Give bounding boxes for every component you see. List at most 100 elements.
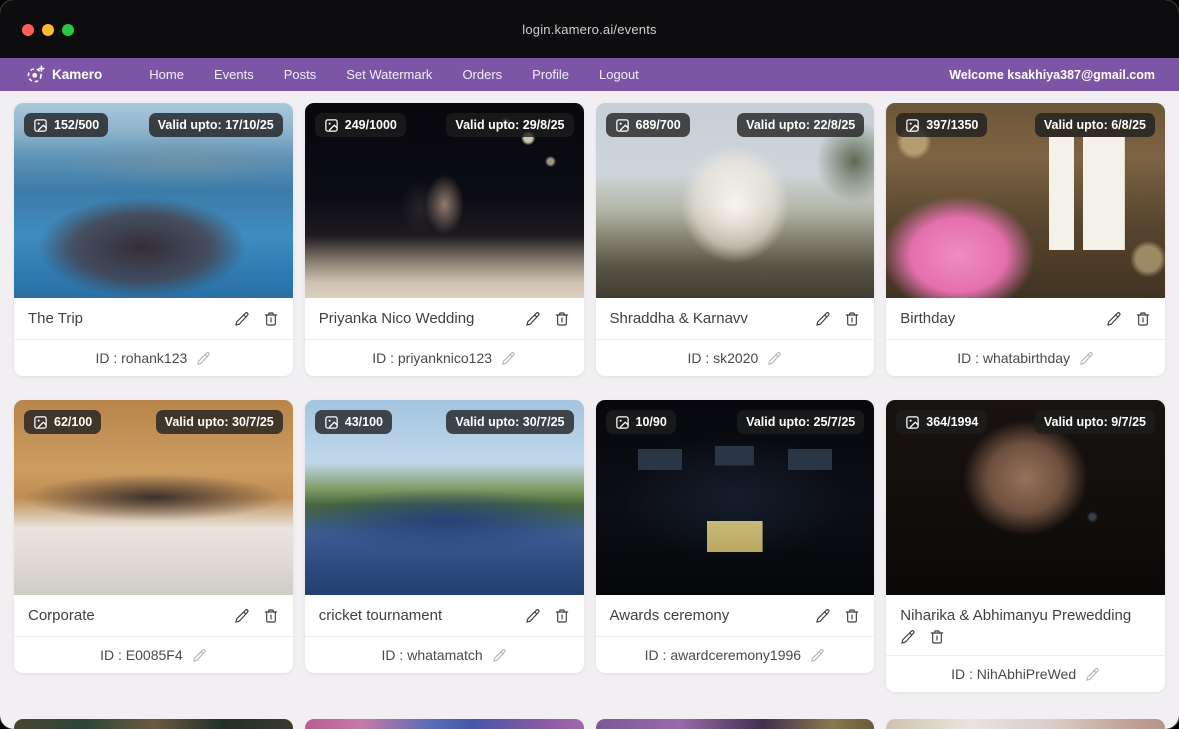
event-id-row: ID : sk2020 bbox=[596, 339, 875, 376]
trash-icon bbox=[554, 608, 570, 624]
pencil-icon bbox=[1079, 351, 1094, 366]
validity-badge: Valid upto: 30/7/25 bbox=[156, 410, 283, 434]
events-grid: 152/500 Valid upto: 17/10/25 The Trip ID… bbox=[14, 103, 1165, 692]
event-cover-photo[interactable]: 62/100 Valid upto: 30/7/25 bbox=[14, 400, 293, 595]
app-navbar: Kamero Home Events Posts Set Watermark O… bbox=[0, 58, 1179, 91]
photos-icon bbox=[324, 415, 339, 430]
delete-event-button[interactable] bbox=[554, 608, 570, 624]
edit-id-button[interactable] bbox=[192, 648, 207, 663]
brand-logo[interactable]: Kamero bbox=[26, 65, 102, 84]
edit-event-button[interactable] bbox=[815, 311, 831, 327]
pencil-icon bbox=[196, 351, 211, 366]
traffic-lights bbox=[22, 24, 74, 36]
event-id: ID : whatabirthday bbox=[957, 350, 1070, 366]
photo-count-badge: 364/1994 bbox=[896, 410, 987, 434]
event-card[interactable]: 152/500 Valid upto: 17/10/25 The Trip ID… bbox=[14, 103, 293, 376]
nav-item-orders[interactable]: Orders bbox=[447, 58, 517, 91]
maximize-window-button[interactable] bbox=[62, 24, 74, 36]
event-title: The Trip bbox=[28, 308, 234, 329]
event-card[interactable]: 249/1000 Valid upto: 29/8/25 Priyanka Ni… bbox=[305, 103, 584, 376]
event-title: Priyanka Nico Wedding bbox=[319, 308, 525, 329]
photo-count-badge: 152/500 bbox=[24, 113, 108, 137]
trash-icon bbox=[263, 311, 279, 327]
event-title: cricket tournament bbox=[319, 605, 525, 626]
validity-badge: Valid upto: 22/8/25 bbox=[737, 113, 864, 137]
event-card[interactable] bbox=[596, 719, 875, 729]
nav-menu: Home Events Posts Set Watermark Orders P… bbox=[134, 58, 654, 91]
browser-window: login.kamero.ai/events Kamero Home Event… bbox=[0, 0, 1179, 729]
photo-count-badge: 249/1000 bbox=[315, 113, 406, 137]
pencil-icon bbox=[815, 311, 831, 327]
edit-event-button[interactable] bbox=[815, 608, 831, 624]
nav-item-set-watermark[interactable]: Set Watermark bbox=[331, 58, 447, 91]
event-cover-photo[interactable]: 689/700 Valid upto: 22/8/25 bbox=[596, 103, 875, 298]
edit-event-button[interactable] bbox=[234, 311, 250, 327]
edit-id-button[interactable] bbox=[767, 351, 782, 366]
kamero-logo-icon bbox=[26, 65, 45, 84]
event-card[interactable]: 43/100 Valid upto: 30/7/25 cricket tourn… bbox=[305, 400, 584, 673]
event-id-row: ID : whatamatch bbox=[305, 636, 584, 673]
delete-event-button[interactable] bbox=[263, 311, 279, 327]
validity-badge: Valid upto: 25/7/25 bbox=[737, 410, 864, 434]
edit-id-button[interactable] bbox=[1085, 667, 1100, 682]
delete-event-button[interactable] bbox=[844, 608, 860, 624]
close-window-button[interactable] bbox=[22, 24, 34, 36]
nav-item-posts[interactable]: Posts bbox=[269, 58, 332, 91]
events-grid-next-row bbox=[14, 719, 1165, 729]
nav-item-home[interactable]: Home bbox=[134, 58, 199, 91]
delete-event-button[interactable] bbox=[1135, 311, 1151, 327]
edit-id-button[interactable] bbox=[492, 648, 507, 663]
event-title-row: Birthday bbox=[886, 298, 1165, 339]
delete-event-button[interactable] bbox=[554, 311, 570, 327]
delete-event-button[interactable] bbox=[929, 629, 945, 645]
pencil-icon bbox=[900, 629, 916, 645]
event-title: Birthday bbox=[900, 308, 1106, 329]
edit-event-button[interactable] bbox=[525, 608, 541, 624]
pencil-icon bbox=[501, 351, 516, 366]
edit-id-button[interactable] bbox=[501, 351, 516, 366]
delete-event-button[interactable] bbox=[263, 608, 279, 624]
event-card[interactable]: 364/1994 Valid upto: 9/7/25 Niharika & A… bbox=[886, 400, 1165, 692]
pencil-icon bbox=[1106, 311, 1122, 327]
card-actions bbox=[525, 608, 570, 624]
address-url: login.kamero.ai/events bbox=[522, 22, 656, 37]
edit-event-button[interactable] bbox=[1106, 311, 1122, 327]
nav-item-events[interactable]: Events bbox=[199, 58, 269, 91]
event-cover-photo[interactable]: 397/1350 Valid upto: 6/8/25 bbox=[886, 103, 1165, 298]
edit-id-button[interactable] bbox=[196, 351, 211, 366]
event-title-row: cricket tournament bbox=[305, 595, 584, 636]
nav-item-profile[interactable]: Profile bbox=[517, 58, 584, 91]
event-cover-photo[interactable]: 152/500 Valid upto: 17/10/25 bbox=[14, 103, 293, 298]
event-card[interactable]: 10/90 Valid upto: 25/7/25 Awards ceremon… bbox=[596, 400, 875, 673]
event-card[interactable] bbox=[14, 719, 293, 729]
event-card[interactable]: 62/100 Valid upto: 30/7/25 Corporate ID … bbox=[14, 400, 293, 673]
event-card[interactable]: 689/700 Valid upto: 22/8/25 Shraddha & K… bbox=[596, 103, 875, 376]
card-actions bbox=[234, 608, 279, 624]
photos-icon bbox=[905, 118, 920, 133]
event-title-row: Shraddha & Karnavv bbox=[596, 298, 875, 339]
minimize-window-button[interactable] bbox=[42, 24, 54, 36]
edit-id-button[interactable] bbox=[1079, 351, 1094, 366]
event-id-row: ID : awardceremony1996 bbox=[596, 636, 875, 673]
photo-count-badge: 43/100 bbox=[315, 410, 392, 434]
validity-badge: Valid upto: 6/8/25 bbox=[1035, 113, 1155, 137]
event-title: Shraddha & Karnavv bbox=[610, 308, 816, 329]
edit-event-button[interactable] bbox=[234, 608, 250, 624]
nav-item-logout[interactable]: Logout bbox=[584, 58, 654, 91]
event-id-row: ID : priyanknico123 bbox=[305, 339, 584, 376]
event-card[interactable] bbox=[886, 719, 1165, 729]
event-id: ID : awardceremony1996 bbox=[645, 647, 801, 663]
edit-event-button[interactable] bbox=[525, 311, 541, 327]
event-id-row: ID : whatabirthday bbox=[886, 339, 1165, 376]
trash-icon bbox=[263, 608, 279, 624]
event-card[interactable]: 397/1350 Valid upto: 6/8/25 Birthday ID … bbox=[886, 103, 1165, 376]
event-cover-photo[interactable]: 249/1000 Valid upto: 29/8/25 bbox=[305, 103, 584, 298]
event-cover-photo[interactable]: 10/90 Valid upto: 25/7/25 bbox=[596, 400, 875, 595]
edit-id-button[interactable] bbox=[810, 648, 825, 663]
event-cover-photo[interactable]: 43/100 Valid upto: 30/7/25 bbox=[305, 400, 584, 595]
event-cover-photo[interactable]: 364/1994 Valid upto: 9/7/25 bbox=[886, 400, 1165, 595]
edit-event-button[interactable] bbox=[900, 629, 916, 645]
event-title-row: Corporate bbox=[14, 595, 293, 636]
delete-event-button[interactable] bbox=[844, 311, 860, 327]
event-card[interactable] bbox=[305, 719, 584, 729]
